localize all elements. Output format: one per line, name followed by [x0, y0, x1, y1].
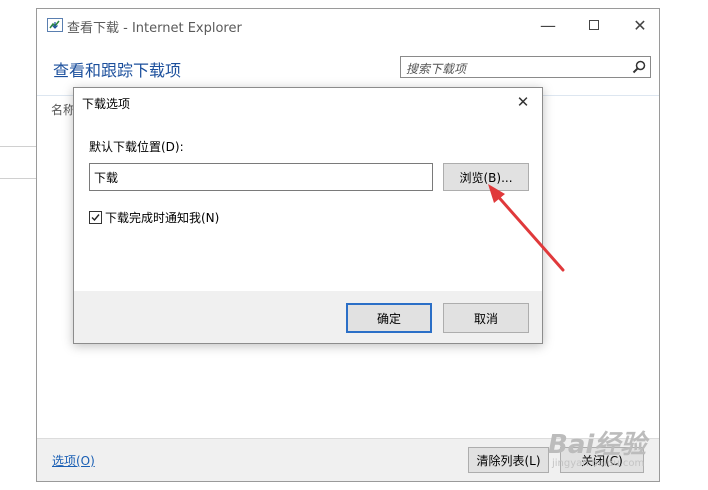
annotation-arrow — [488, 184, 565, 272]
watermark-url: jingyan.baidu.com — [552, 458, 645, 469]
watermark-brand: Bai经验 — [548, 430, 647, 460]
baidu-watermark: Bai经验 jingyan.baidu.com — [520, 418, 700, 478]
